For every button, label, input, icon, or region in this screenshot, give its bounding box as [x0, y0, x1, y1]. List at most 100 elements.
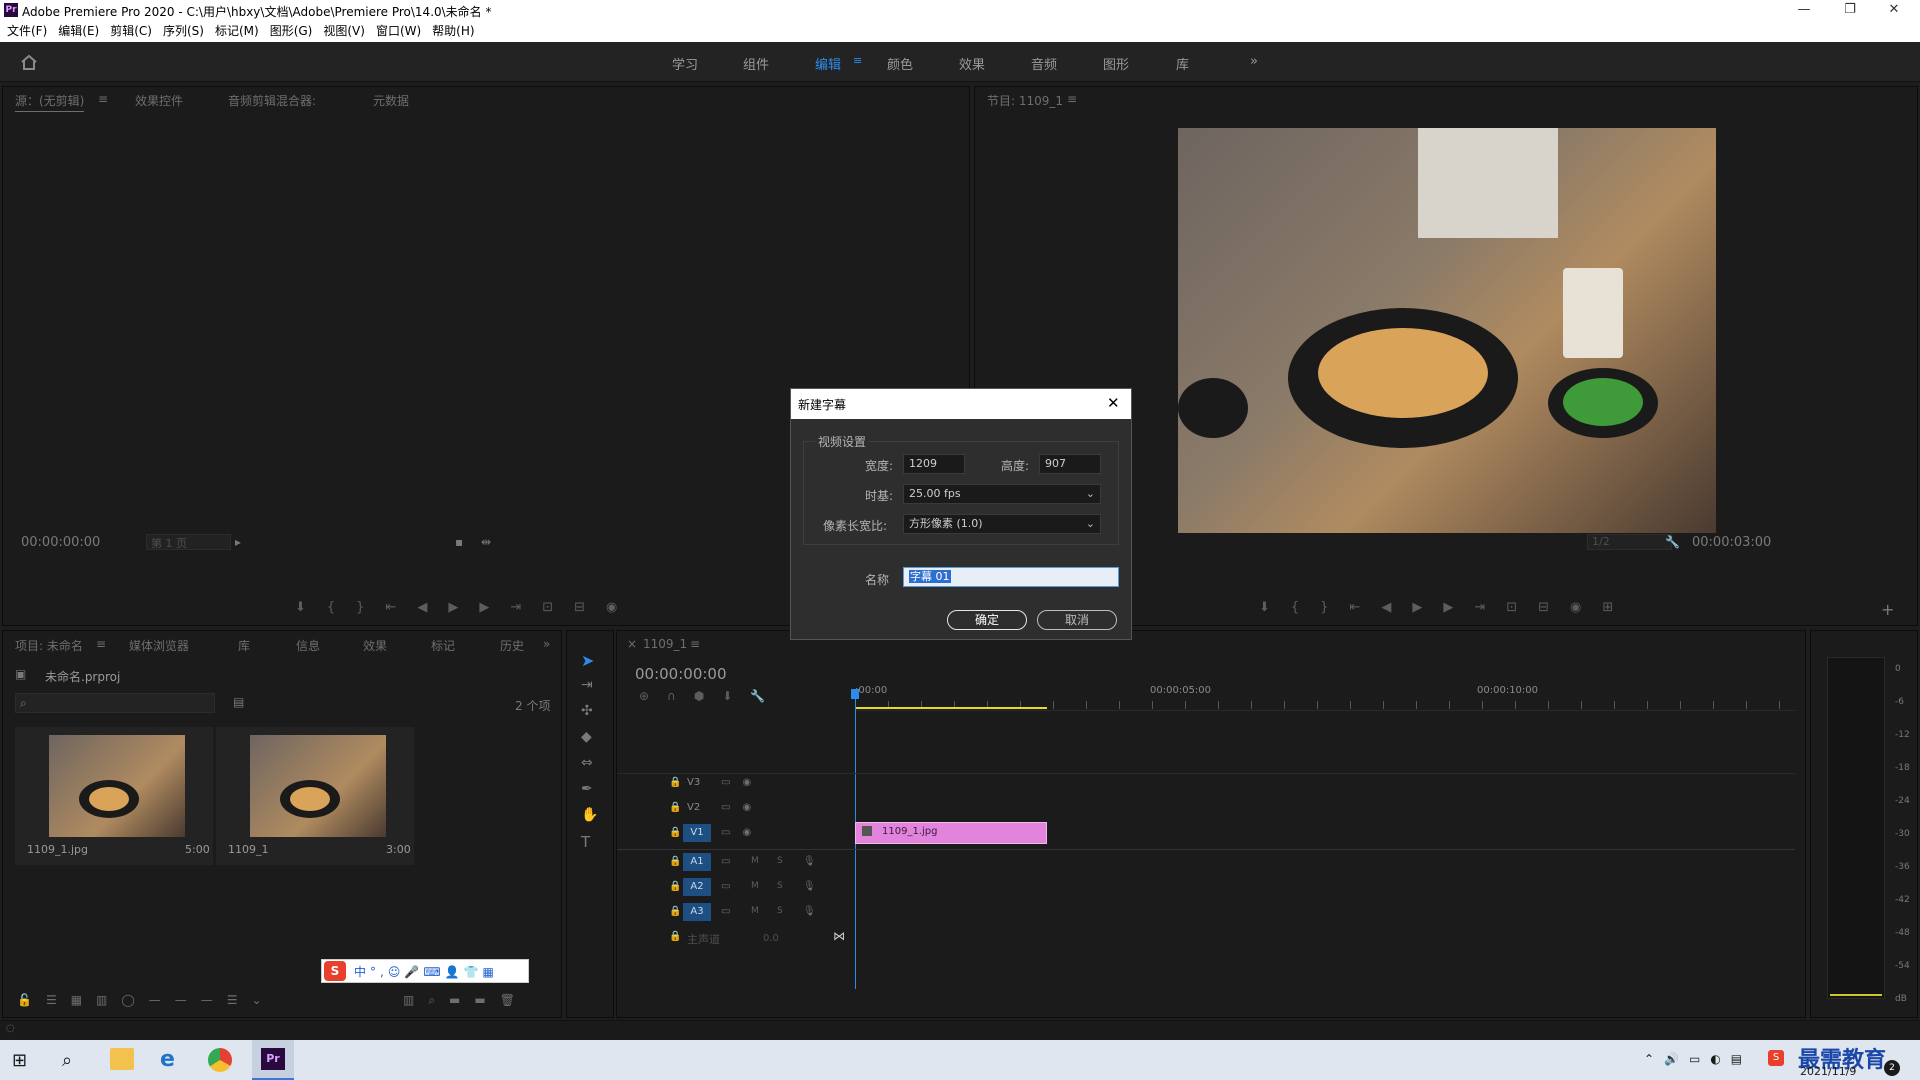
ok-button[interactable]: 确定 [947, 610, 1027, 630]
page-select[interactable]: 第 1 页 [146, 534, 231, 550]
lock-icon[interactable]: 🔒 [669, 931, 681, 942]
zoom-select[interactable]: 1/2 [1587, 534, 1672, 550]
maximize-button[interactable]: ❐ [1838, 2, 1862, 18]
menu-help[interactable]: 帮助(H) [432, 20, 474, 42]
track-name-v2[interactable]: V2 [687, 802, 700, 813]
menu-graphics[interactable]: 图形(G) [270, 20, 313, 42]
source-transport-controls[interactable]: ⬇{}⇤◀▶▶⇥⊡⊟◉ [295, 600, 638, 615]
cancel-button[interactable]: 取消 [1037, 610, 1117, 630]
chrome-icon[interactable] [208, 1048, 232, 1072]
time-ruler[interactable]: :00:00 00:00:05:00 00:00:10:00 [855, 679, 1795, 711]
tab-audio-clip-mixer[interactable]: 音频剪辑混合器: [228, 92, 316, 109]
tab-sequence-menu-icon[interactable]: ≡ [690, 637, 700, 651]
tab-markers[interactable]: 标记 [431, 637, 455, 654]
menu-view[interactable]: 视图(V) [323, 20, 365, 42]
project-item[interactable]: 1109_1.jpg 5:00 [15, 727, 213, 865]
ime-toolbar[interactable]: S 中°,☺🎤⌨👤👕▦ [321, 959, 529, 983]
lock-icon[interactable]: 🔒 [669, 777, 681, 788]
menu-edit[interactable]: 编辑(E) [58, 20, 99, 42]
project-search-input[interactable]: ⌕ [15, 693, 215, 713]
mic-icon[interactable]: 🎙 [803, 856, 816, 867]
project-footer-tools[interactable]: 🔓☰▦▥◯———☰⌄ [17, 993, 276, 1007]
tab-project-menu-icon[interactable]: ≡ [96, 637, 106, 651]
menu-clip[interactable]: 剪辑(C) [110, 20, 152, 42]
ime-toolbox-icon[interactable]: ▦ [483, 965, 498, 979]
tab-source-menu-icon[interactable]: ≡ [98, 92, 108, 106]
mic-icon[interactable]: 🎙 [803, 906, 816, 917]
tab-metadata[interactable]: 元数据 [373, 92, 409, 109]
tab-media-browser[interactable]: 媒体浏览器 [129, 637, 189, 654]
file-explorer-icon[interactable] [110, 1048, 134, 1070]
windows-start-icon[interactable]: ⊞ [12, 1050, 27, 1071]
search-icon[interactable]: ⌕ [62, 1050, 72, 1071]
playhead-handle[interactable] [851, 689, 859, 699]
track-target-a1[interactable]: A1 [683, 853, 711, 871]
workspace-assembly[interactable]: 组件 [743, 54, 769, 73]
workspace-editing[interactable]: 编辑 [815, 54, 841, 73]
ime-keyboard-icon[interactable]: ⌨ [423, 965, 444, 979]
home-icon[interactable] [20, 54, 38, 70]
track-v3-toggles[interactable]: ▭◉ [721, 777, 763, 788]
tab-effect-controls[interactable]: 效果控件 [135, 92, 183, 109]
slip-tool-icon[interactable]: ⇔ [581, 755, 593, 771]
track-select-tool-icon[interactable]: ⇥ [581, 677, 593, 693]
track-v1-toggles[interactable]: ▭◉ [721, 827, 763, 838]
lock-icon[interactable]: 🔒 [669, 856, 681, 867]
add-button-icon[interactable]: + [1881, 600, 1894, 619]
close-button[interactable]: ✕ [1882, 2, 1906, 18]
wrench-icon[interactable]: 🔧 [1665, 535, 1680, 549]
tab-libraries[interactable]: 库 [238, 637, 250, 654]
ime-emoji-icon[interactable]: ☺ [388, 965, 405, 979]
tab-sequence[interactable]: 1109_1 [643, 637, 687, 651]
workspace-graphics[interactable]: 图形 [1103, 54, 1129, 73]
tab-info[interactable]: 信息 [296, 637, 320, 654]
project-item[interactable]: 1109_1 3:00 [216, 727, 414, 865]
menu-window[interactable]: 窗口(W) [376, 20, 421, 42]
sync-lock-icon[interactable]: ▭ [721, 906, 730, 917]
notification-badge[interactable]: 2 [1884, 1060, 1900, 1076]
height-input[interactable]: 907 [1039, 454, 1101, 474]
pen-tool-icon[interactable]: ✒ [581, 781, 593, 797]
timeline-timecode[interactable]: 00:00:00:00 [635, 665, 727, 683]
tab-program-menu-icon[interactable]: ≡ [1067, 92, 1077, 106]
pixel-aspect-select[interactable]: 方形像素 (1.0) ⌄ [903, 514, 1101, 534]
ime-items[interactable]: 中°,☺🎤⌨👤👕▦ [354, 963, 498, 980]
tray-date[interactable]: 2021/11/9 [1800, 1065, 1856, 1078]
tab-project[interactable]: 项目: 未命名 [15, 637, 83, 654]
track-target-a2[interactable]: A2 [683, 878, 711, 896]
menu-file[interactable]: 文件(F) [7, 20, 47, 42]
tab-program[interactable]: 节目: 1109_1 [987, 92, 1063, 109]
tab-source[interactable]: 源：(无剪辑) [15, 92, 85, 112]
tab-history[interactable]: 历史 [500, 637, 524, 654]
workspace-menu-icon[interactable]: ≡ [853, 54, 862, 67]
razor-tool-icon[interactable]: ◆ [581, 729, 592, 745]
new-bin-icon[interactable]: ▤ [233, 695, 244, 709]
more-workspaces-icon[interactable]: » [1250, 54, 1258, 69]
ime-skin-icon[interactable]: 👕 [464, 965, 483, 979]
work-area-bar[interactable] [855, 707, 1047, 709]
workspace-learn[interactable]: 学习 [672, 54, 698, 73]
minimize-button[interactable]: — [1792, 2, 1816, 18]
menu-marker[interactable]: 标记(M) [215, 20, 259, 42]
track-name-v3[interactable]: V3 [687, 777, 700, 788]
lock-icon[interactable]: 🔒 [669, 802, 681, 813]
ime-voice-icon[interactable]: 🎤 [404, 965, 423, 979]
workspace-effects[interactable]: 效果 [959, 54, 985, 73]
hand-tool-icon[interactable]: ✋ [581, 807, 598, 823]
workspace-libraries[interactable]: 库 [1176, 54, 1189, 73]
program-transport-controls[interactable]: ⬇{}⇤◀▶▶⇥⊡⊟◉⊞ [1259, 600, 1634, 615]
play-icon[interactable]: ▸ [235, 535, 241, 549]
ime-punct-icon[interactable]: °, [370, 965, 388, 979]
workspace-color[interactable]: 颜色 [887, 54, 913, 73]
export-frame-icon[interactable]: ⇹ [481, 535, 491, 549]
type-tool-icon[interactable]: T [581, 833, 590, 851]
sogou-tray-icon[interactable]: S [1768, 1050, 1784, 1066]
tray-icons[interactable]: ⌃🔊▭◐▤ [1644, 1052, 1752, 1066]
name-input[interactable]: 字幕 01 [903, 567, 1119, 587]
program-timecode[interactable]: 00:00:03:00 [1692, 535, 1771, 550]
mute-button[interactable]: M [751, 881, 759, 891]
more-tabs-icon[interactable]: » [543, 637, 550, 651]
selection-tool-icon[interactable]: ➤ [581, 651, 594, 670]
ie-browser-icon[interactable]: e [160, 1047, 175, 1072]
mute-button[interactable]: M [751, 906, 759, 916]
